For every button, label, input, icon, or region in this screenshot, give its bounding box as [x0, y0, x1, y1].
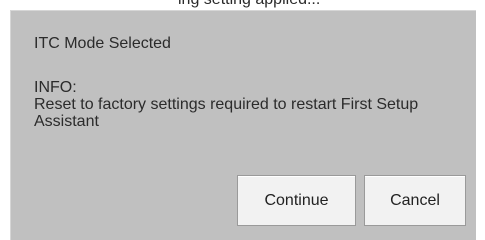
continue-button[interactable]: Continue: [237, 175, 356, 226]
info-heading: INFO:: [34, 79, 77, 96]
background-status-text: ing setting applied...: [178, 0, 320, 9]
dialog-title: ITC Mode Selected: [34, 35, 171, 52]
info-message: Reset to factory settings required to re…: [34, 96, 419, 130]
itc-mode-dialog: ITC Mode Selected INFO: Reset to factory…: [10, 10, 476, 240]
cancel-button[interactable]: Cancel: [364, 175, 466, 226]
